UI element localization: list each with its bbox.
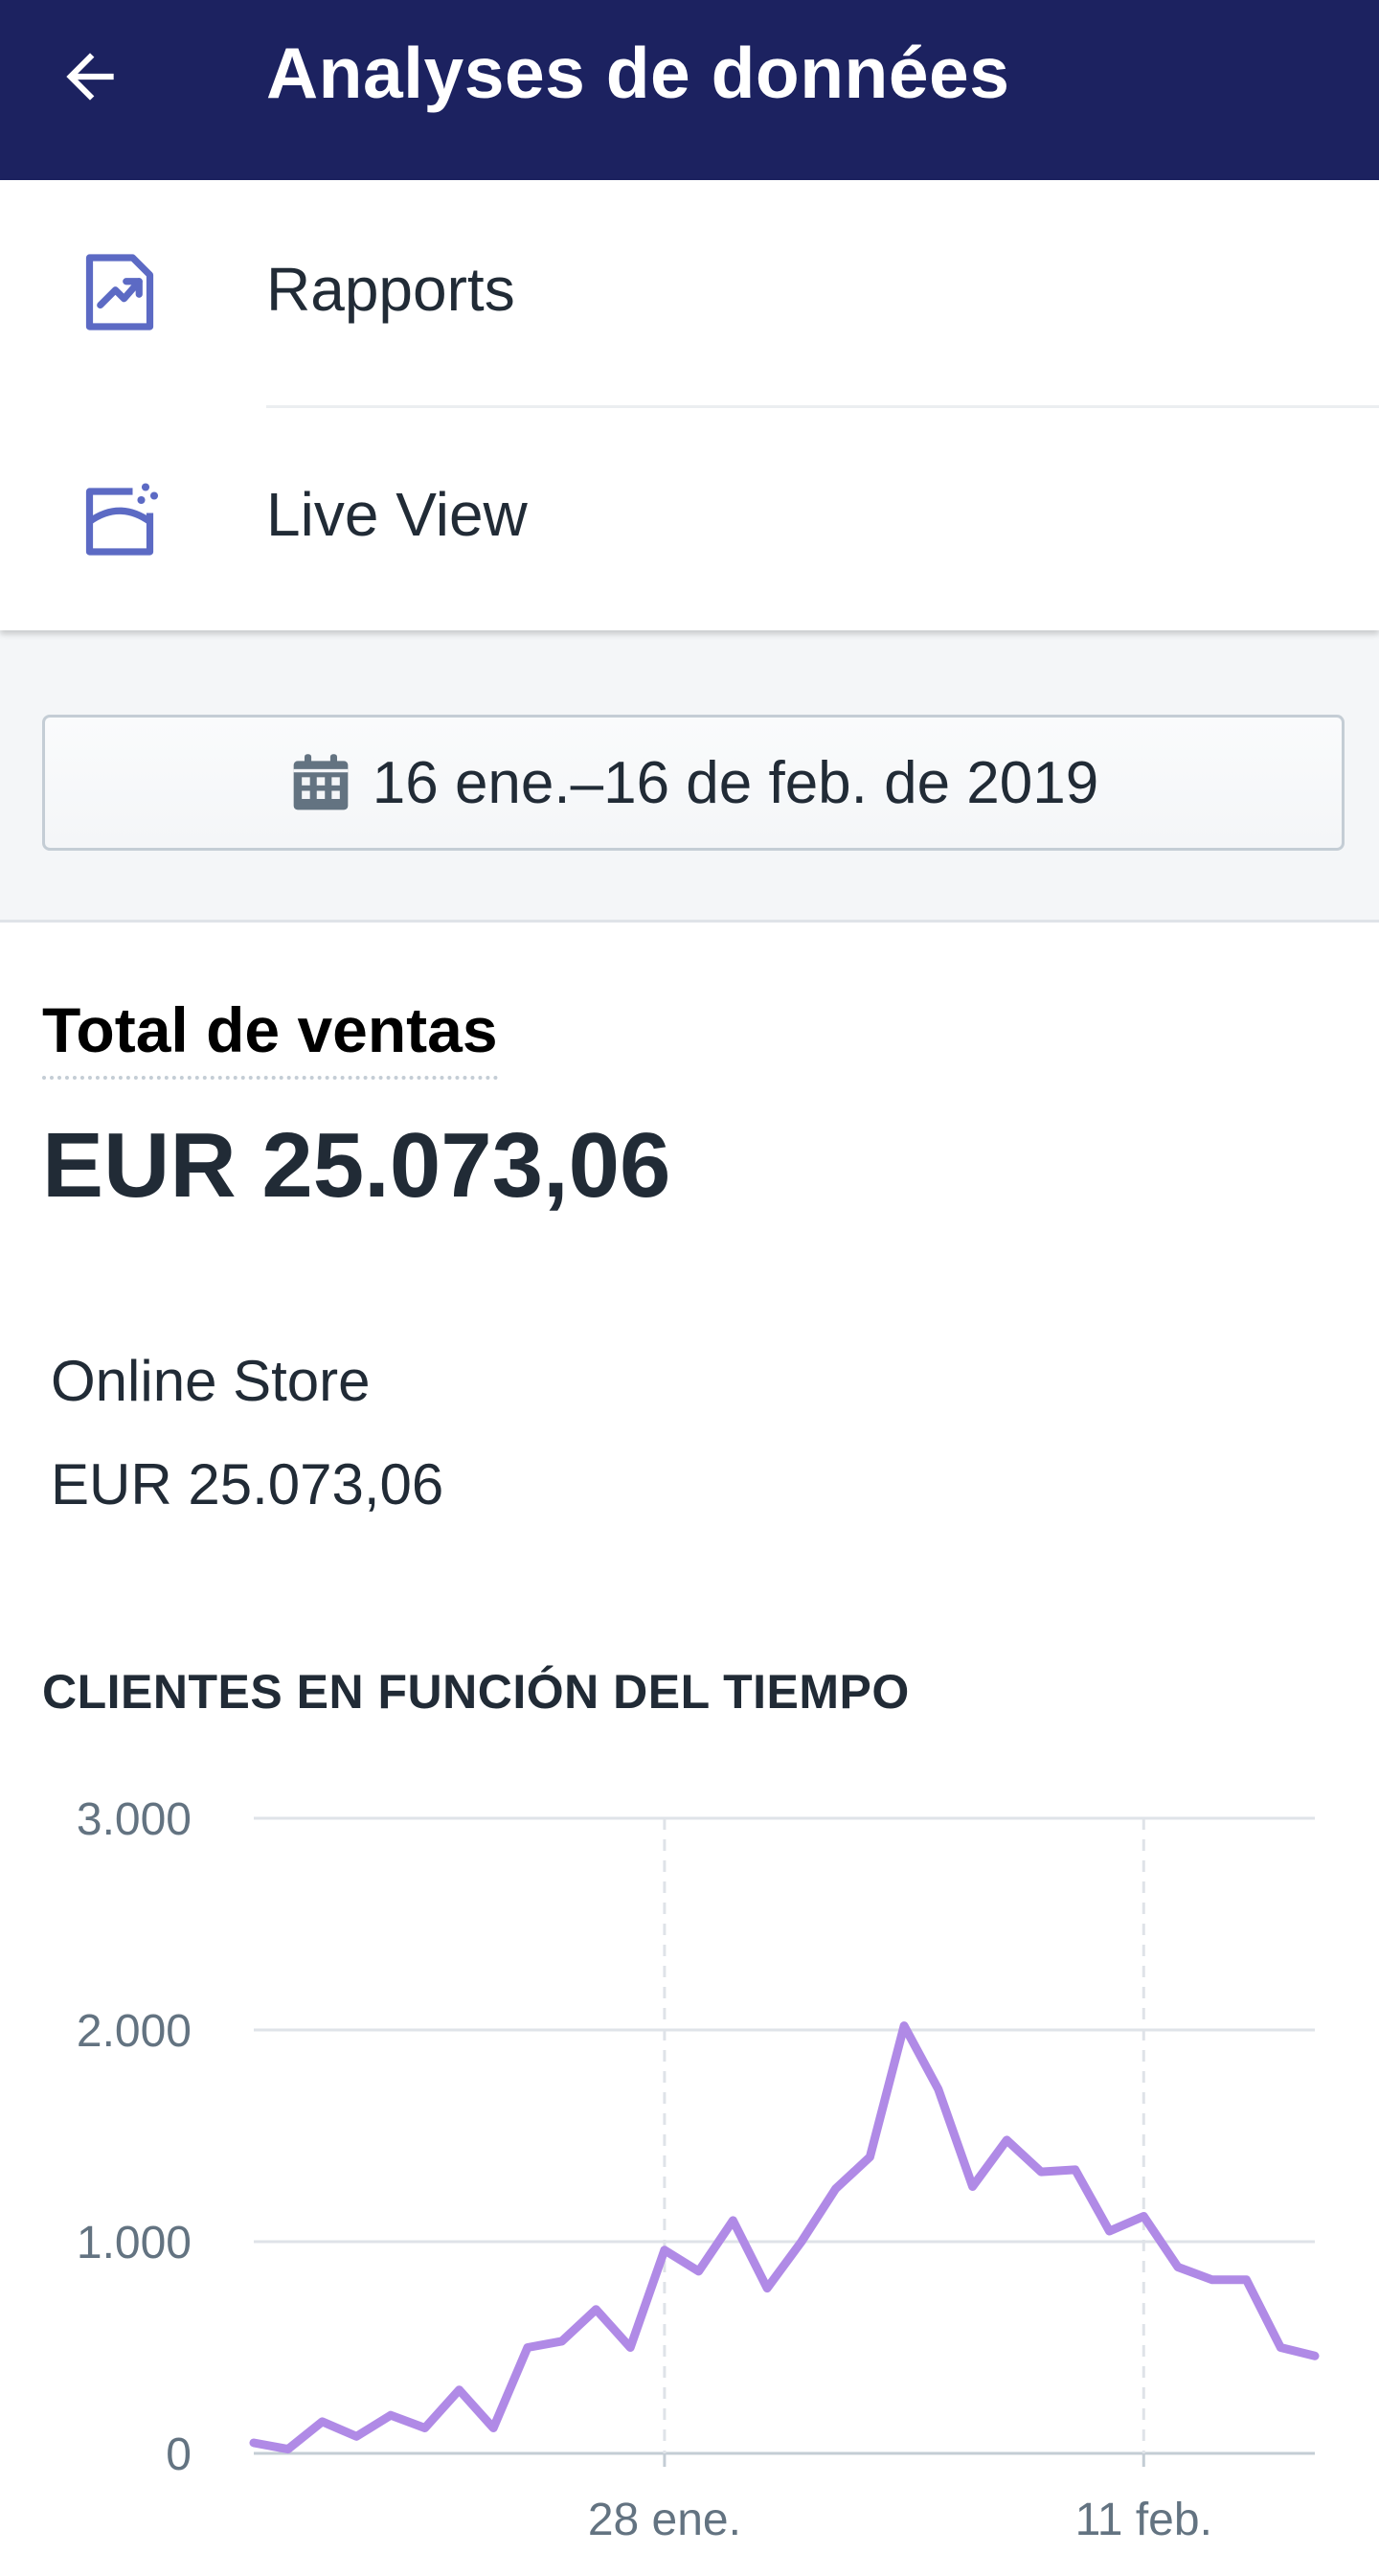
menu-item-live-view[interactable]: Live View bbox=[0, 405, 1379, 630]
date-range-button[interactable]: 16 ene.–16 de feb. de 2019 bbox=[42, 715, 1345, 851]
calendar-icon bbox=[293, 754, 349, 810]
customers-over-time-chart: 0 1.000 2.000 3.000 28 ene. 11 feb. bbox=[0, 1763, 1379, 2576]
chart-title: CLIENTES EN FUNCIÓN DEL TIEMPO bbox=[42, 1665, 910, 1719]
arrow-left-icon bbox=[66, 53, 114, 101]
app-bar: Analyses de données bbox=[0, 0, 1379, 180]
menu-item-label: Live View bbox=[266, 480, 528, 549]
total-sales-value: EUR 25.073,06 bbox=[42, 1114, 671, 1217]
back-button[interactable] bbox=[42, 29, 138, 125]
menu-item-reports[interactable]: Rapports bbox=[0, 180, 1379, 408]
x-tick-label: 11 feb. bbox=[1075, 2495, 1212, 2545]
x-tick-label: 28 ene. bbox=[588, 2495, 741, 2545]
y-tick-label: 2.000 bbox=[77, 2006, 192, 2057]
y-tick-label: 1.000 bbox=[77, 2218, 192, 2268]
analytics-menu: Rapports Live View bbox=[0, 180, 1379, 630]
total-sales-title[interactable]: Total de ventas bbox=[42, 992, 498, 1080]
series-line bbox=[249, 2021, 1320, 2454]
reports-icon bbox=[85, 254, 154, 331]
chart-svg: 0 1.000 2.000 3.000 28 ene. 11 feb. bbox=[77, 1794, 1320, 2545]
live-view-icon bbox=[85, 483, 159, 556]
y-tick-label: 3.000 bbox=[77, 1794, 192, 1845]
menu-item-label: Rapports bbox=[266, 255, 515, 324]
channel-name: Online Store bbox=[51, 1349, 371, 1413]
channel-value: EUR 25.073,06 bbox=[51, 1452, 444, 1516]
date-range-label: 16 ene.–16 de feb. de 2019 bbox=[372, 749, 1099, 816]
page-title: Analyses de données bbox=[266, 33, 1010, 113]
y-tick-label: 0 bbox=[166, 2429, 192, 2480]
date-range-section: 16 ene.–16 de feb. de 2019 bbox=[0, 630, 1379, 923]
